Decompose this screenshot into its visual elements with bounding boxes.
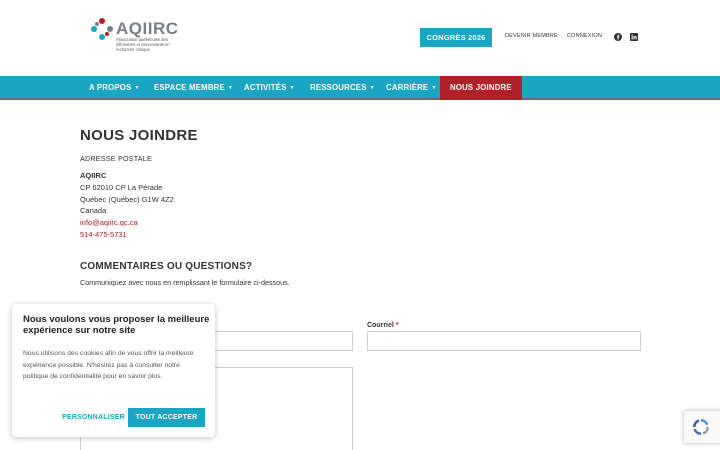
required-mark: *: [395, 322, 399, 329]
name-field[interactable]: [196, 331, 353, 351]
linkedin-icon[interactable]: [630, 33, 638, 41]
caret-down-icon: ▼: [134, 85, 140, 91]
address-country: Canada: [80, 206, 107, 216]
cookie-banner: Nous voulons vous proposer la meilleure …: [12, 304, 215, 437]
phone-link[interactable]: 514-475-5731: [80, 229, 174, 241]
congres-button[interactable]: CONGRÈS 2026: [420, 28, 492, 47]
form-title: COMMENTAIRES OU QUESTIONS?: [80, 261, 253, 272]
nav-item-espace-membre[interactable]: ESPACE MEMBRE ▼: [154, 76, 233, 100]
caret-down-icon: ▼: [227, 85, 234, 91]
caret-down-icon: ▼: [369, 85, 375, 91]
become-member-link[interactable]: DEVENIR MEMBRE: [505, 33, 558, 39]
recaptcha-badge[interactable]: [684, 411, 720, 443]
nav-item-activites[interactable]: ACTIVITÉS ▼: [244, 76, 295, 100]
cookie-accept-button[interactable]: TOUT ACCEPTER: [128, 408, 205, 427]
site-logo[interactable]: AQIIRC Association québécoise des infirm…: [90, 17, 180, 59]
logo-tagline: Association québécoise des infirmières e…: [116, 37, 170, 52]
caret-down-icon: ▼: [431, 85, 437, 91]
caret-down-icon: ▼: [289, 85, 295, 91]
email-field[interactable]: [367, 331, 641, 351]
logo-mark-icon: [91, 18, 113, 40]
facebook-icon[interactable]: [614, 33, 622, 41]
nav-item-carriere[interactable]: CARRIÈRE ▼: [386, 76, 436, 100]
recaptcha-icon: [693, 419, 709, 435]
nav-item-nous-joindre[interactable]: NOUS JOINDRE: [440, 76, 522, 100]
nav-item-a-propos[interactable]: A PROPOS ▼: [89, 76, 140, 100]
address-line-1: CP 62010 CP La Pérade: [80, 182, 163, 192]
cookie-text: Nous utilisons des cookies afin de vous …: [23, 350, 194, 381]
cookie-customize-button[interactable]: PERSONNALISER: [62, 414, 125, 421]
page-title: NOUS JOINDRE: [80, 127, 198, 144]
cookie-title: Nous voulons vous proposer la meilleure …: [23, 314, 210, 336]
form-subtitle: Communiquez avec nous en remplissant le …: [80, 278, 290, 287]
email-link[interactable]: info@aqiirc.qc.ca: [80, 217, 174, 229]
postal-address: AQIIRC CP 62010 CP La Pérade Québec (Qué…: [80, 170, 174, 241]
login-link[interactable]: CONNEXION: [567, 33, 602, 39]
email-field-label: Courriel *: [367, 322, 399, 329]
address-line-2: Québec (Québec) G1W 4Z2: [80, 194, 174, 204]
main-nav: A PROPOS ▼ ESPACE MEMBRE ▼ ACTIVITÉS ▼ RESS…: [0, 76, 720, 100]
site-header: AQIIRC Association québécoise des infirm…: [0, 0, 720, 76]
logo-name: AQIIRC: [116, 19, 179, 38]
address-heading: ADRESSE POSTALE: [80, 154, 152, 163]
nav-item-ressources[interactable]: RESSOURCES ▼: [310, 76, 375, 100]
address-org: AQIIRC: [80, 171, 107, 180]
